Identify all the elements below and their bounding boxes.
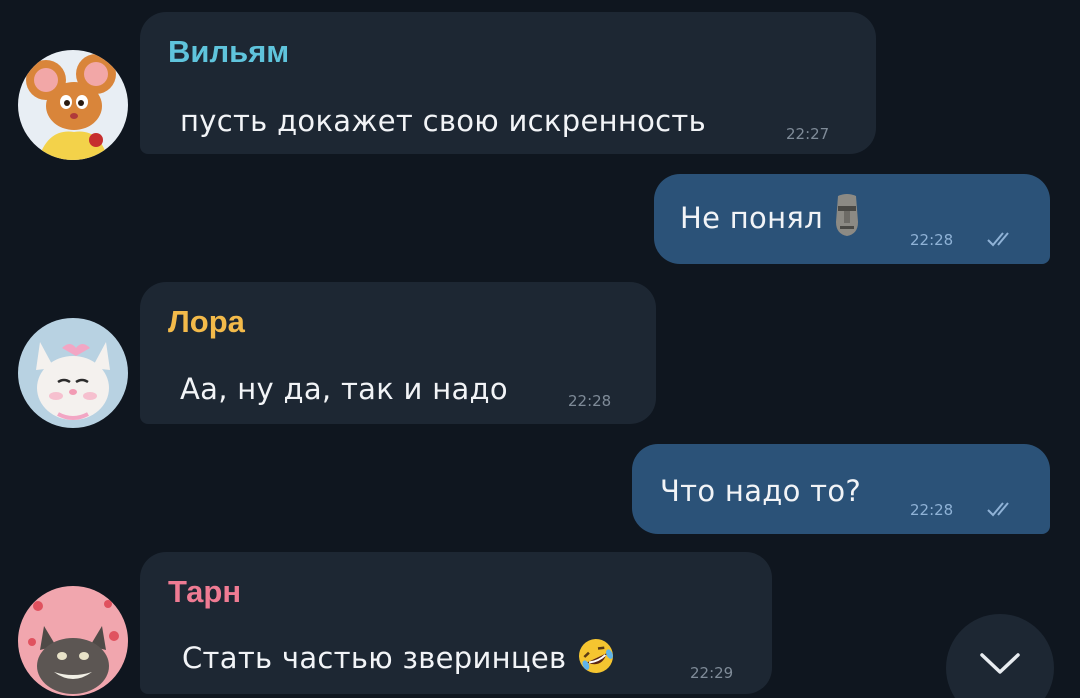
message-bubble-3[interactable]: Лора Аа, ну да, так и надо 22:28 <box>140 282 656 424</box>
message-text-content: Стать частью зверинцев <box>182 641 567 675</box>
message-time: 22:28 <box>568 392 612 410</box>
message-bubble-4[interactable]: Что надо то? 22:28 <box>632 444 1050 534</box>
chevron-down-icon <box>980 653 1020 674</box>
message-text: Аа, ну да, так и надо <box>180 372 508 406</box>
sender-name[interactable]: Лора <box>168 304 245 340</box>
message-text: пусть докажет свою искренность <box>180 104 706 138</box>
sender-name[interactable]: Вильям <box>168 34 289 70</box>
avatar-william[interactable] <box>18 50 128 160</box>
rofl-emoji-icon <box>578 639 613 673</box>
scroll-to-bottom-button[interactable] <box>946 614 1054 698</box>
message-text: Что надо то? <box>660 474 862 508</box>
sender-name[interactable]: Тарн <box>168 574 241 610</box>
white-cat-avatar-icon <box>18 318 128 428</box>
moai-icon <box>836 194 859 236</box>
message-text: Стать частью зверинцев <box>182 639 616 676</box>
avatar-lora[interactable] <box>18 318 128 428</box>
avatar-tarn[interactable] <box>18 586 128 696</box>
read-checks-icon <box>987 232 1009 247</box>
message-time: 22:29 <box>690 664 734 682</box>
message-time: 22:27 <box>786 125 830 143</box>
message-time: 22:28 <box>910 231 954 249</box>
message-text: Не понял <box>680 194 862 238</box>
chat-view: Вильям пусть докажет свою искренность 22… <box>0 0 1080 698</box>
grinning-cat-avatar-icon <box>18 586 128 696</box>
message-bubble-2[interactable]: Не понял 22:28 <box>654 174 1050 264</box>
read-checks-icon <box>987 502 1009 517</box>
mouse-avatar-icon <box>18 50 128 160</box>
message-time: 22:28 <box>910 501 954 519</box>
message-text-content: Не понял <box>680 201 823 235</box>
message-bubble-5[interactable]: Тарн Стать частью зверинцев 22:29 <box>140 552 772 694</box>
message-bubble-1[interactable]: Вильям пусть докажет свою искренность 22… <box>140 12 876 154</box>
